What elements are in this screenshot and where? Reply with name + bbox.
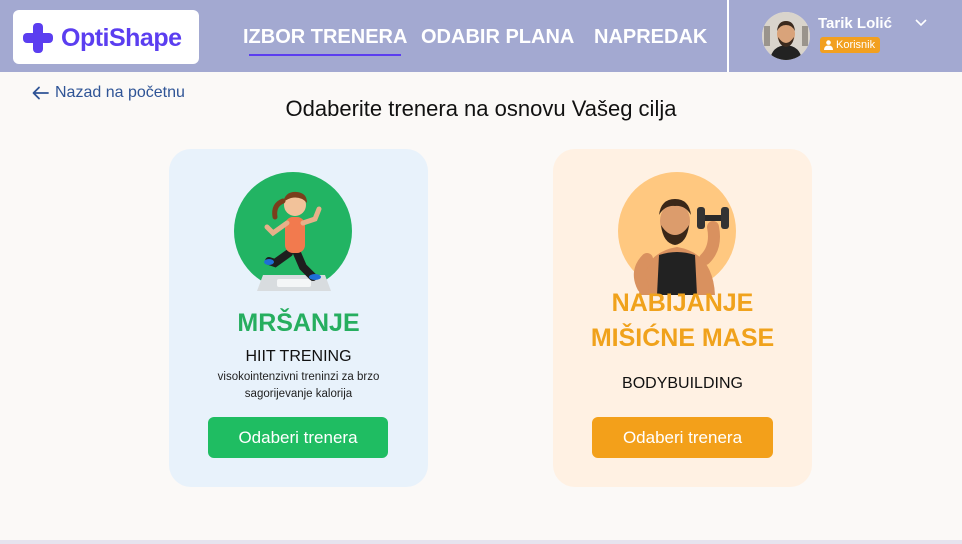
running-woman-on-scale-icon — [234, 172, 352, 291]
trainer-card-muscle-gain: NABIJANJE MIŠIĆNE MASE BODYBUILDING Odab… — [553, 149, 812, 487]
person-icon — [824, 40, 833, 50]
card-title: NABIJANJE MIŠIĆNE MASE — [553, 286, 812, 356]
logo[interactable]: OptiShape — [13, 10, 199, 64]
trainer-card-weight-loss: MRŠANJE HIIT TRENING visokointenzivni tr… — [169, 149, 428, 487]
card-description: visokointenzivni treninzi za brzo sagori… — [217, 371, 380, 400]
nav-napredak[interactable]: NAPREDAK — [594, 26, 707, 49]
choose-trainer-button[interactable]: Odaberi trenera — [208, 417, 388, 458]
logo-text: OptiShape — [61, 24, 182, 52]
role-badge-label: Korisnik — [836, 39, 876, 51]
nav-odabir-plana[interactable]: ODABIR PLANA — [421, 26, 574, 49]
card-subtitle: BODYBUILDING — [622, 375, 743, 392]
card-subtitle: HIIT TRENING — [245, 348, 352, 365]
chevron-down-icon[interactable] — [914, 18, 928, 28]
bottom-divider — [0, 540, 962, 544]
top-navbar: OptiShape IZBOR TRENERA ODABIR PLANA NAP… — [0, 0, 962, 72]
avatar[interactable] — [762, 12, 810, 60]
nav-divider — [727, 0, 729, 72]
page-title: Odaberite trenera na osnovu Vašeg cilja — [285, 96, 677, 121]
card-title-line-1: NABIJANJE — [611, 289, 754, 317]
role-badge: Korisnik — [820, 37, 881, 53]
card-title-line-2: MIŠIĆNE MASE — [590, 324, 775, 352]
choose-trainer-button[interactable]: Odaberi trenera — [592, 417, 773, 458]
user-avatar-icon — [762, 12, 810, 60]
nav-izbor-trenera[interactable]: IZBOR TRENERA — [243, 26, 407, 56]
bodybuilder-with-dumbbell-icon — [618, 172, 736, 295]
plus-logo-icon — [23, 23, 53, 53]
card-title: MRŠANJE — [237, 309, 360, 337]
user-name: Tarik Lolić — [818, 15, 892, 32]
